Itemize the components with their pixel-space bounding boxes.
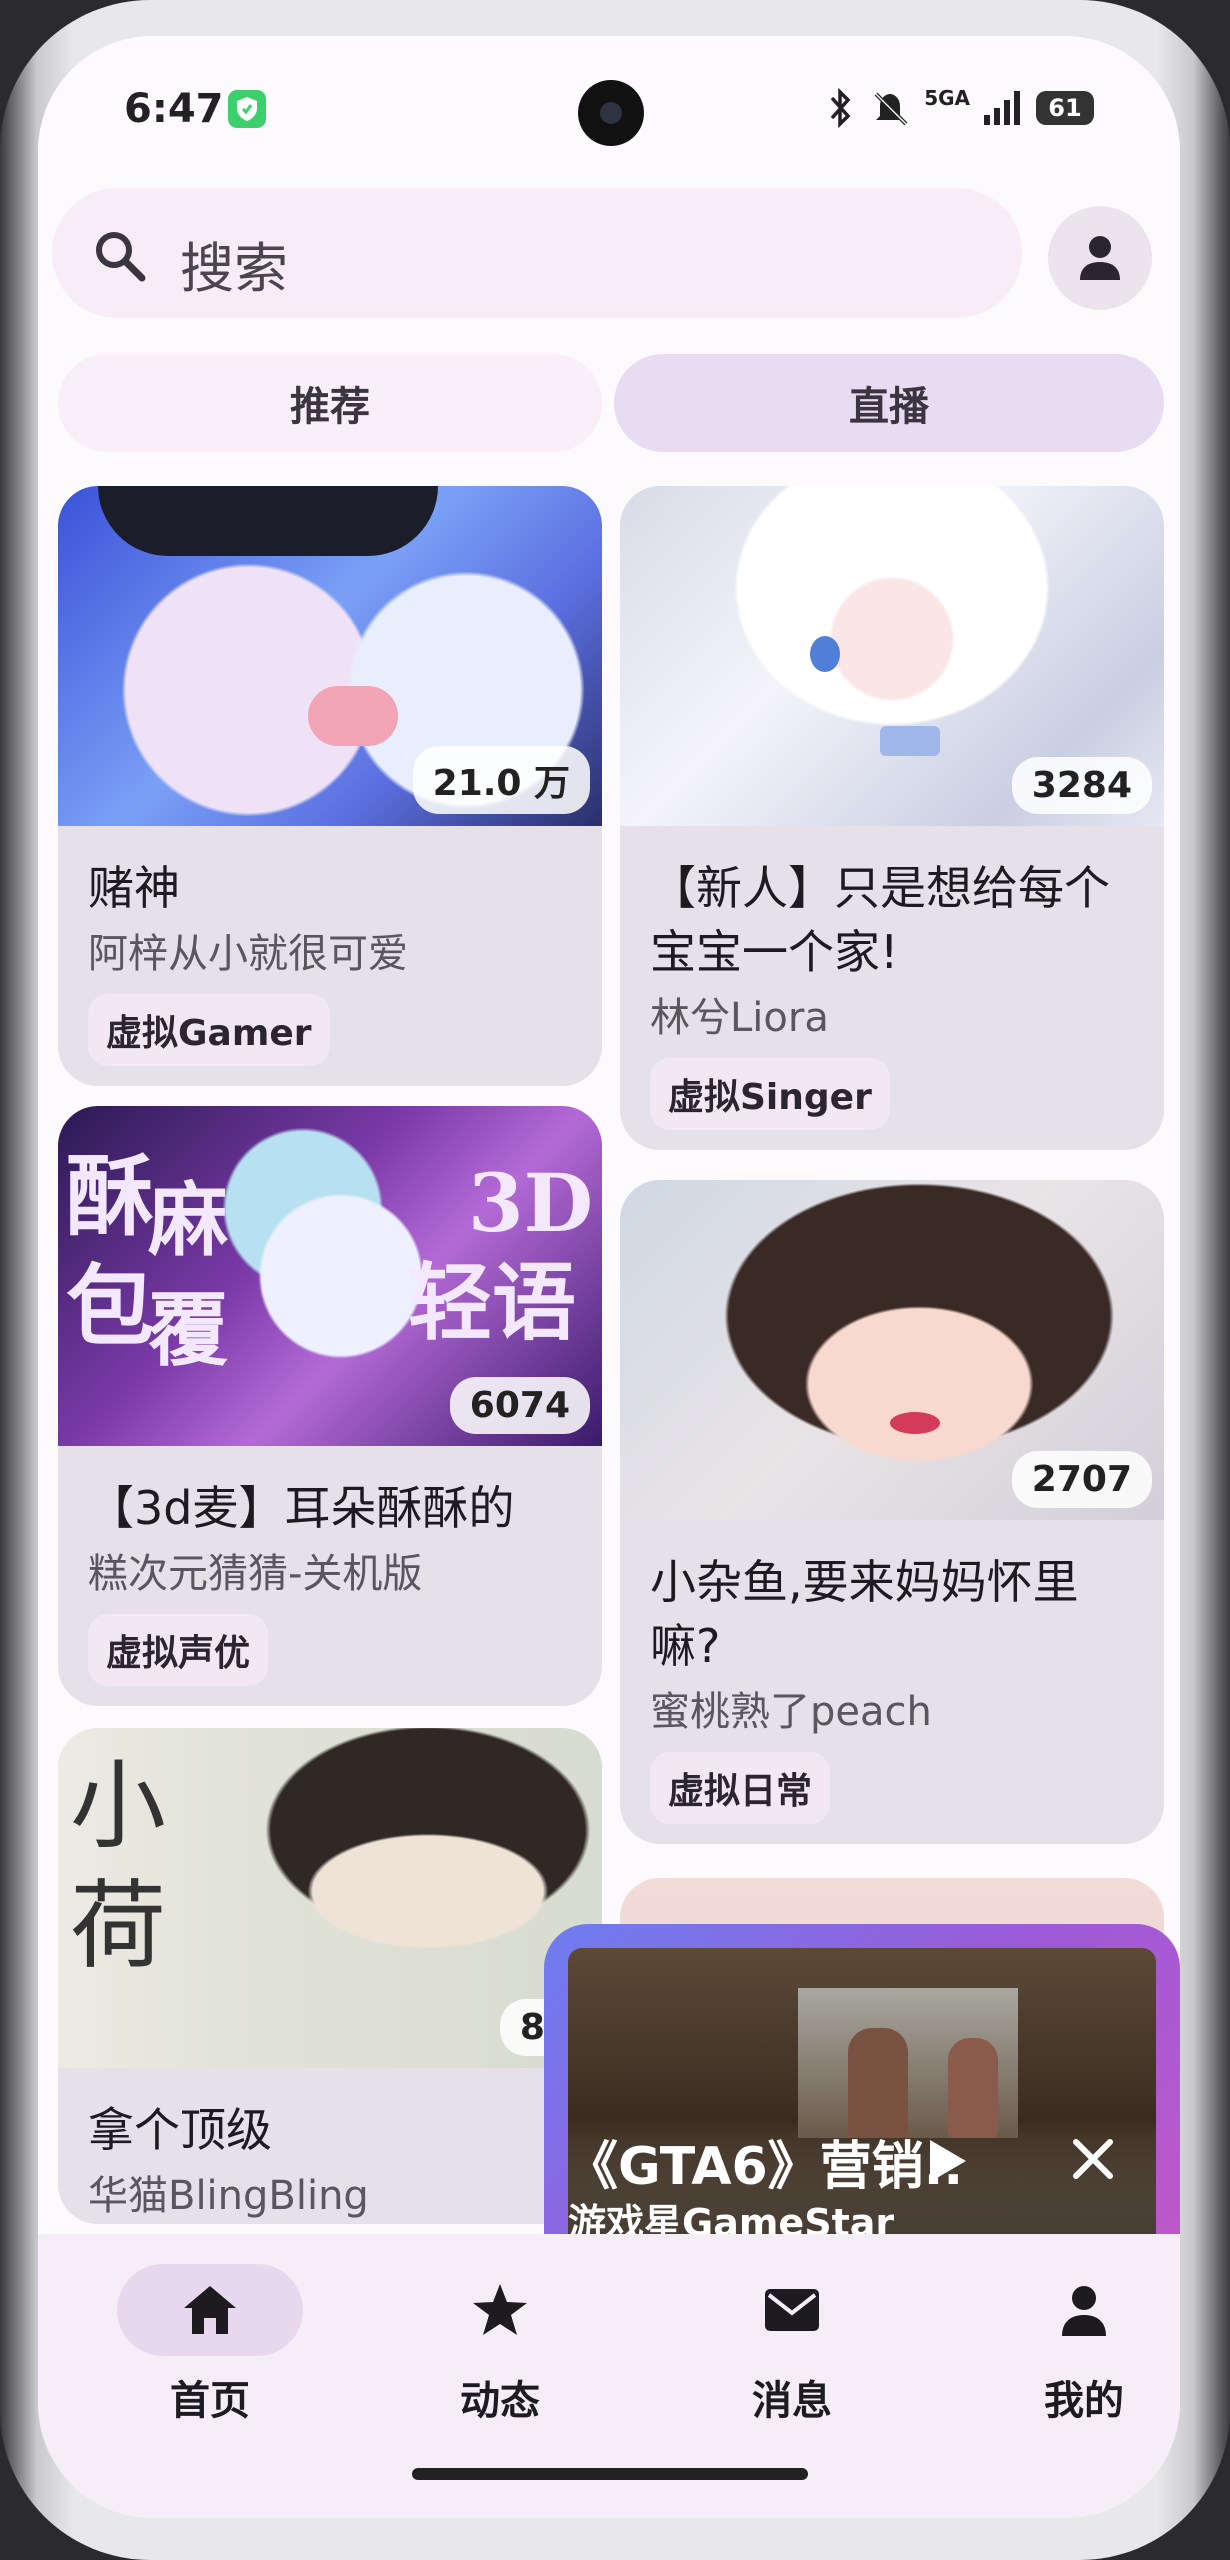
card-author: 林兮Liora [650,995,829,1041]
search-bar[interactable]: 搜索 [52,188,1022,318]
card-title: 小杂鱼,要来妈妈怀里嘛? [650,1555,1079,1673]
front-camera [578,80,644,146]
cover-text: 麻 [148,1173,228,1267]
cover-image: 小 荷 86 [58,1728,602,2068]
card-author: 糕次元猜猜-关机版 [88,1551,423,1597]
mini-player-title: 《GTA6》营销.. [566,2137,964,2197]
mute-icon [874,92,908,126]
card-tag[interactable]: 虚拟Gamer [88,994,330,1066]
profile-button[interactable] [1048,206,1152,310]
nav-messages-label: 消息 [752,2378,832,2424]
cover-image: 酥 麻 包 覆 轻语 3D 6074 [58,1106,602,1446]
tab-recommend[interactable]: 推荐 [58,354,602,452]
card-author: 阿梓从小就很可爱 [88,931,408,977]
search-icon [96,232,146,282]
card-tag[interactable]: 虚拟Singer [650,1058,890,1130]
cover-text: 酥 [66,1144,155,1248]
live-card[interactable]: 21.0 万 赌神 阿梓从小就很可爱 虚拟Gamer [58,486,602,1086]
live-card[interactable]: 3284 【新人】只是想给每个宝宝一个家! 林兮Liora 虚拟Singer [620,486,1164,1150]
cover-text: 包 [66,1254,155,1358]
nav-feed[interactable]: 动态 [400,2264,600,2426]
nav-feed-label: 动态 [460,2378,540,2424]
person-icon [1062,2286,1106,2336]
viewer-count: 21.0 万 [412,746,590,814]
mail-icon [765,2289,819,2331]
live-card[interactable]: 小 荷 86 拿个顶级 华猫BlingBling [58,1728,602,2224]
shield-icon [228,90,266,128]
search-placeholder: 搜索 [180,237,288,300]
card-title: 【新人】只是想给每个宝宝一个家! [650,861,1110,979]
gesture-bar[interactable] [412,2468,808,2480]
cover-text: 3D [468,1156,594,1250]
cover-image: 21.0 万 [58,486,602,826]
phone-frame: 6:47 5GA 61 搜索 推荐 直播 21.0 万 赌神 阿梓从小就很可爱 … [0,0,1230,2560]
status-time: 6:47 [124,86,224,132]
cover-text: 小 [70,1750,166,1862]
status-icons: 5GA 61 [826,86,1094,128]
live-card[interactable]: 2707 小杂鱼,要来妈妈怀里嘛? 蜜桃熟了peach 虚拟日常 [620,1180,1164,1844]
star-icon [473,2284,527,2335]
mini-player[interactable]: 《GTA6》营销.. 游戏星GameStar [544,1924,1180,2284]
card-author: 蜜桃熟了peach [650,1689,932,1735]
cover-image: 3284 [620,486,1164,826]
cover-text: 轻语 [408,1253,577,1352]
card-tag[interactable]: 虚拟日常 [650,1752,831,1824]
battery-level: 61 [1048,94,1082,122]
app-screen: 6:47 5GA 61 搜索 推荐 直播 21.0 万 赌神 阿梓从小就很可爱 … [38,36,1180,2518]
nav-home[interactable]: 首页 [110,2264,310,2426]
viewer-count: 2707 [1011,1451,1152,1508]
cover-text: 荷 [70,1870,166,1982]
card-title: 【3d麦】耳朵酥酥的 [88,1481,515,1535]
nav-messages[interactable]: 消息 [692,2264,892,2426]
card-tag[interactable]: 虚拟声优 [88,1614,269,1686]
battery-icon: 61 [1036,91,1094,125]
card-author: 华猫BlingBling [88,2173,369,2219]
card-title: 赌神 [88,861,180,915]
nav-messages-indicator [699,2264,885,2356]
cover-text: 覆 [148,1283,228,1377]
network-type: 5GA [924,86,970,110]
card-title: 拿个顶级 [88,2103,272,2157]
signal-icon [984,91,1020,125]
bluetooth-icon [830,88,851,128]
nav-home-indicator [117,2264,303,2356]
nav-profile-label: 我的 [1044,2378,1124,2424]
live-card[interactable]: 酥 麻 包 覆 轻语 3D 6074 【3d麦】耳朵酥酥的 糕次元猜猜-关机版 … [58,1106,602,1706]
bottom-navigation: 首页 动态 消息 我的 [38,2234,1180,2518]
person-icon [1080,236,1120,280]
status-bar: 6:47 5GA 61 [38,36,1180,186]
nav-feed-indicator [407,2264,593,2356]
viewer-count: 6074 [449,1377,590,1434]
close-icon[interactable] [1068,2134,1118,2184]
cover-image: 2707 [620,1180,1164,1520]
nav-profile-indicator [991,2264,1177,2356]
nav-profile[interactable]: 我的 [984,2264,1180,2426]
tab-live[interactable]: 直播 [614,354,1164,452]
play-icon[interactable] [924,2136,970,2186]
nav-home-label: 首页 [170,2378,250,2424]
home-icon [184,2286,236,2334]
viewer-count: 3284 [1011,757,1152,814]
